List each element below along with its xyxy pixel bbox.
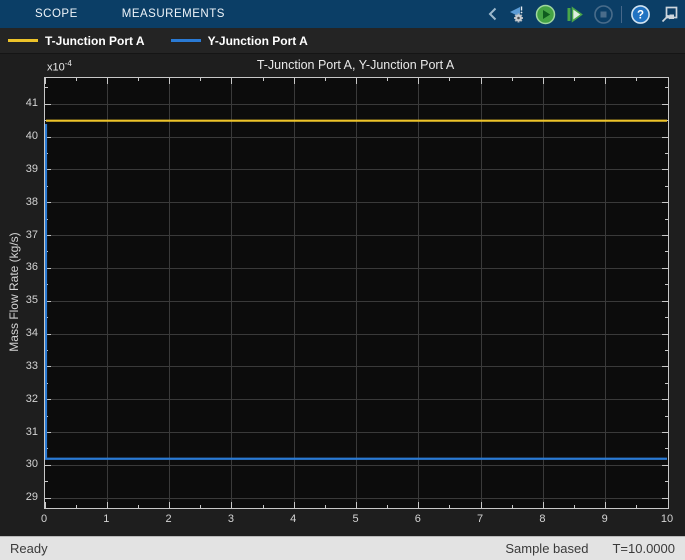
legend-label: T-Junction Port A [45,33,145,48]
legend-bar: T-Junction Port A Y-Junction Port A [0,28,685,54]
legend-item[interactable]: T-Junction Port A [8,34,145,48]
legend-label: Y-Junction Port A [207,33,308,48]
run-button-icon[interactable] [534,2,556,26]
tick-label: 33 [25,359,38,372]
step-forward-button-icon[interactable] [563,2,585,26]
tick-label: 41 [25,97,38,110]
plot-area[interactable] [44,77,669,509]
simulation-settings-icon[interactable] [505,2,527,26]
tick-label: 39 [25,162,38,175]
tick-label: 7 [477,513,484,525]
tick-label: 1 [103,513,110,525]
tick-label: 6 [414,513,421,525]
tick-label: 34 [25,327,38,340]
tick-label: 36 [25,261,38,274]
chart-title: T-Junction Port A, Y-Junction Port A [256,58,455,72]
simulation-toolbar: ? [486,0,680,28]
legend-line-sample [170,39,201,42]
tick-label: 35 [25,294,38,307]
y-axis-exponent: x10-4 [47,59,72,74]
toolstrip: SCOPE MEASUREMENTS ? [0,0,685,28]
tick-label: 4 [290,513,297,525]
stop-button-icon[interactable] [592,2,614,26]
tab-measurements[interactable]: MEASUREMENTS [122,8,225,20]
help-button-icon[interactable]: ? [629,2,651,26]
tick-label: 3 [227,513,234,525]
collapse-toolstrip-icon[interactable] [486,2,498,26]
tick-label: 10 [660,513,674,525]
tick-label: 0 [40,513,48,525]
sample-mode-text: Sample based [505,541,589,556]
tick-label: 5 [352,513,359,525]
tick-label: 8 [539,513,546,525]
tick-label: 2 [165,513,172,525]
series-lines [45,119,667,460]
sim-time-text: T=10.0000 [612,541,675,556]
legend-line-sample [8,39,38,42]
chart-region: T-Junction Port A, Y-Junction Port A x10… [0,54,685,536]
tab-scope[interactable]: SCOPE [35,8,78,20]
tick-label: 40 [25,130,38,143]
tick-label: 32 [25,392,38,405]
series-line [45,123,667,460]
toolbar-divider [621,5,622,23]
tick-label: 9 [601,513,608,525]
status-bar: Ready Sample based T=10.0000 [0,536,685,560]
help-glyph: ? [636,9,643,21]
tick-label: 38 [25,195,38,208]
tick-label: 37 [25,228,38,241]
dock-window-icon[interactable] [658,2,680,26]
tick-label: 31 [25,425,38,438]
legend-item[interactable]: Y-Junction Port A [170,33,308,48]
status-text: Ready [10,541,48,556]
tick-label: 29 [25,491,38,504]
tick-label: 30 [25,458,38,471]
